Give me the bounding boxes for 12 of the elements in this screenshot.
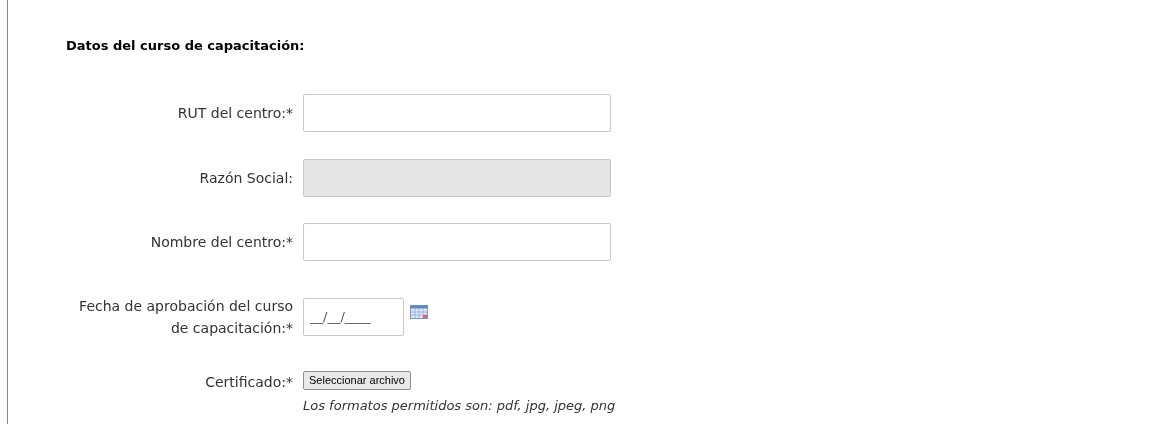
field-label: RUT del centro:* — [176, 103, 294, 123]
field-label: Fecha de aprobación del curso de capacitación:* — [78, 296, 294, 338]
input-field[interactable] — [303, 93, 611, 132]
date-field[interactable]: __/__/____ — [303, 297, 404, 336]
hint-text: Los formatos permitidos son: pdf, jpg, jpeg, png — [303, 397, 616, 414]
section-title: Datos del curso de capacitación: — [66, 37, 306, 55]
input-field[interactable] — [303, 222, 611, 261]
field-label: Nombre del centro:* — [149, 232, 294, 252]
field-label: Certificado:* — [204, 372, 294, 392]
choose-file-button[interactable]: Seleccionar archivo — [303, 370, 411, 390]
field-label: Razón Social: — [198, 168, 294, 188]
calendar-icon[interactable] — [410, 304, 428, 319]
